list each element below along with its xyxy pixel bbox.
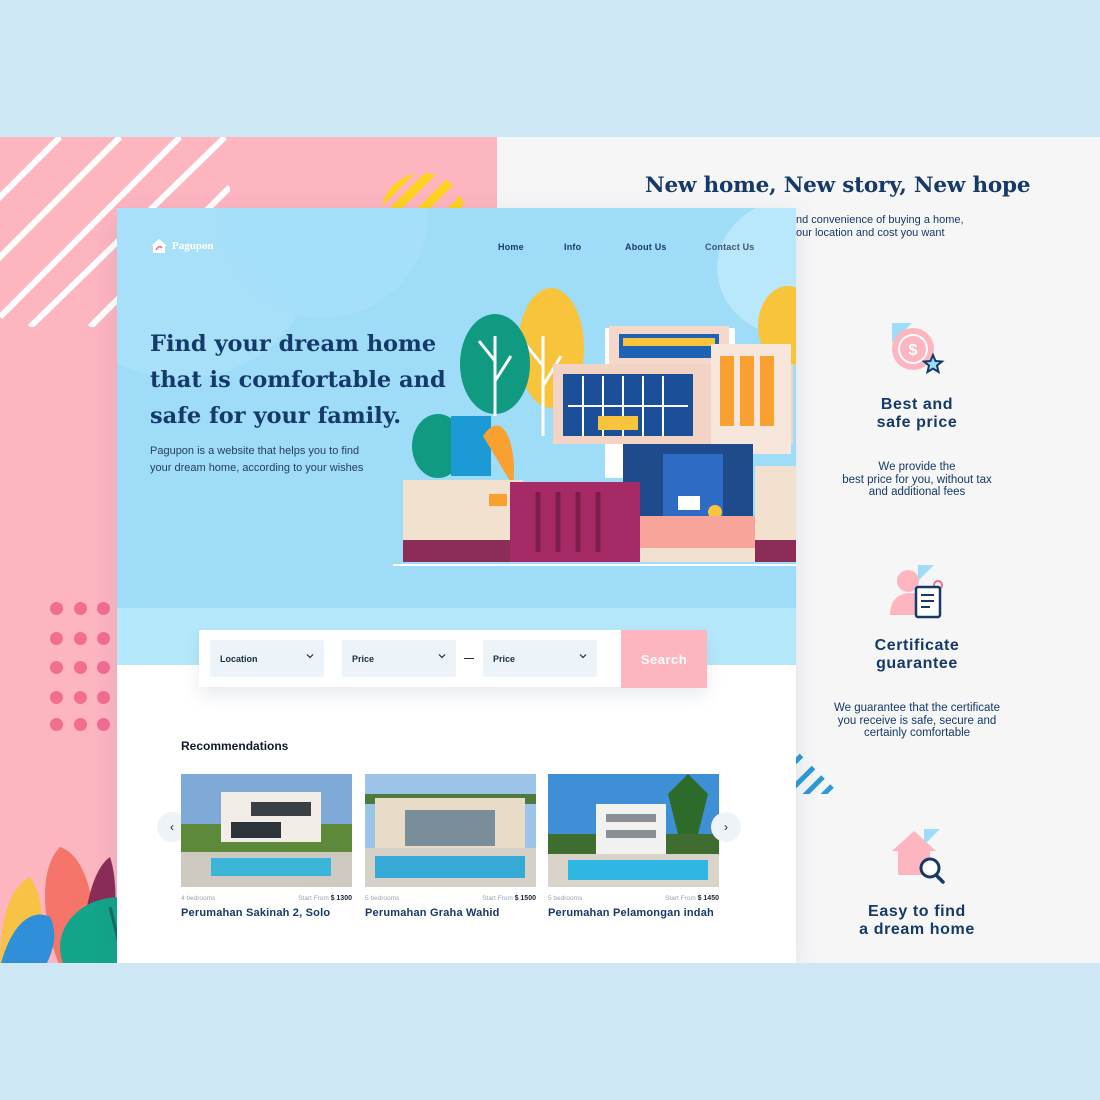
location-dropdown[interactable]: Location	[210, 640, 324, 677]
property-meta: 5 bedrooms Start From $ 1450	[548, 895, 719, 902]
feature-certificate: Certificate guarantee We guarantee that t…	[834, 637, 1000, 739]
house-search-icon	[892, 829, 945, 884]
house-logo-icon	[151, 239, 167, 253]
chevron-right-icon: ›	[724, 820, 728, 834]
property-meta: 4 bedrooms Start From $ 1300	[181, 895, 352, 902]
brand-name: Pagupon	[172, 240, 214, 252]
chevron-down-icon	[579, 654, 587, 659]
recommendations-title: Recommendations	[181, 739, 289, 753]
hero-description: Pagupon is a website that helps you to f…	[150, 445, 364, 474]
property-card[interactable]: 5 bedrooms Start From $ 1450 Perumahan P…	[548, 774, 719, 919]
feature-easy-find: Easy to find a dream home	[859, 903, 975, 938]
property-photo	[181, 774, 352, 887]
property-card[interactable]: 4 bedrooms Start From $ 1300 Perumahan S…	[181, 774, 352, 919]
property-card[interactable]: 5 bedrooms Start From $ 1500 Perumahan G…	[365, 774, 536, 919]
property-name: Perumahan Graha Wahid	[365, 907, 500, 919]
property-photo	[365, 774, 536, 887]
certificate-icon	[890, 565, 943, 619]
website-mockup: Pagupon Home Info About Us Contact Us Fi…	[117, 208, 796, 963]
search-bar: Location Price Price Search	[199, 630, 707, 688]
price-min-dropdown[interactable]: Price	[342, 640, 456, 677]
price-max-dropdown[interactable]: Price	[483, 640, 597, 677]
dollar-coin-icon: $	[892, 323, 945, 375]
nav-home[interactable]: Home	[498, 242, 524, 252]
chevron-left-icon: ‹	[170, 820, 174, 834]
property-name: Perumahan Sakinah 2, Solo	[181, 907, 331, 919]
carousel-next-button[interactable]: ›	[711, 812, 741, 842]
nav-contact[interactable]: Contact Us	[705, 242, 755, 252]
feature-best-price: Best and safe price We provide the best pr…	[842, 396, 992, 498]
nav-info[interactable]: Info	[564, 242, 581, 252]
nav-about[interactable]: About Us	[625, 242, 667, 252]
range-dash	[464, 658, 474, 659]
hero-section: Pagupon Home Info About Us Contact Us Fi…	[117, 208, 796, 665]
stage: Pagupon Home Info About Us Contact Us Fi…	[0, 137, 1100, 963]
chevron-down-icon	[438, 654, 446, 659]
chevron-down-icon	[306, 654, 314, 659]
brand-logo[interactable]: Pagupon	[150, 238, 214, 254]
property-photo	[548, 774, 719, 887]
property-meta: 5 bedrooms Start From $ 1500	[365, 895, 536, 902]
property-name: Perumahan Pelamongan indah	[548, 907, 714, 919]
right-subtitle: nd convenience of buying a home, our loc…	[796, 214, 964, 239]
right-title: New home, New story, New hope	[645, 173, 1031, 198]
svg-text:$: $	[909, 342, 918, 359]
search-button[interactable]: Search	[621, 630, 707, 688]
house-illustration	[393, 286, 796, 566]
